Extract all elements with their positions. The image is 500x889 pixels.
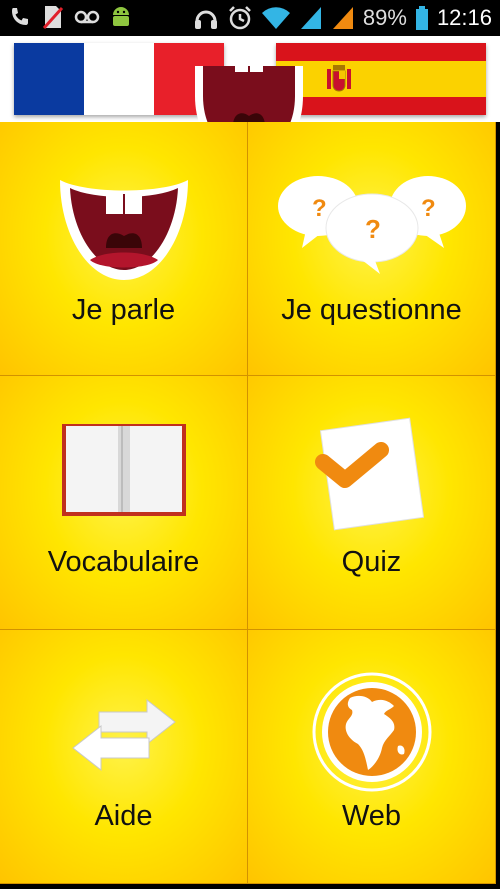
menu-label-web: Web xyxy=(341,800,402,832)
svg-text:?: ? xyxy=(365,214,381,244)
menu-label-je-parle: Je parle xyxy=(71,294,176,326)
headset-icon xyxy=(194,10,217,29)
spain-coat-of-arms-icon xyxy=(327,65,351,92)
menu-tile-web[interactable]: Web xyxy=(248,630,496,884)
menu-tile-je-parle[interactable]: Je parle xyxy=(0,122,248,376)
status-left-icons xyxy=(8,4,132,30)
svg-text:?: ? xyxy=(312,195,327,222)
status-right-icons: 89% 12:16 xyxy=(193,3,492,33)
status-bar: 89% 12:16 xyxy=(0,0,500,36)
menu-tile-aide[interactable]: Aide xyxy=(0,630,248,884)
speech-bubbles-icon: ? ? ? xyxy=(277,176,466,274)
menu-tile-vocabulaire[interactable]: Vocabulaire xyxy=(0,376,248,630)
battery-percent: 89% xyxy=(362,5,407,30)
alarm-icon xyxy=(229,6,251,30)
signal-orange-icon xyxy=(332,7,353,29)
menu-label-je-questionne: Je questionne xyxy=(281,294,462,326)
menu-tile-quiz[interactable]: Quiz xyxy=(248,376,496,630)
checkmark-paper-icon xyxy=(314,417,424,531)
no-sim-icon xyxy=(42,6,64,30)
app-header xyxy=(0,36,500,162)
signal-icon xyxy=(300,7,321,29)
mouth-icon xyxy=(59,180,188,280)
menu-label-quiz: Quiz xyxy=(341,546,402,578)
clock-time: 12:16 xyxy=(436,5,492,30)
spain-flag[interactable] xyxy=(276,43,486,115)
menu-grid: Je parle ? ? ? Je questionne Vocabulaire xyxy=(0,122,500,889)
battery-icon xyxy=(415,6,428,30)
wifi-icon xyxy=(261,7,290,29)
menu-tile-je-questionne[interactable]: ? ? ? Je questionne xyxy=(248,122,496,376)
arrows-icon xyxy=(71,698,176,772)
menu-label-aide: Aide xyxy=(94,800,153,832)
svg-text:?: ? xyxy=(421,195,436,222)
android-icon xyxy=(113,7,129,26)
voicemail-icon xyxy=(74,10,100,24)
menu-label-vocabulaire: Vocabulaire xyxy=(47,546,200,578)
book-icon xyxy=(61,424,186,516)
phone-icon xyxy=(12,8,28,25)
globe-icon xyxy=(312,672,431,792)
